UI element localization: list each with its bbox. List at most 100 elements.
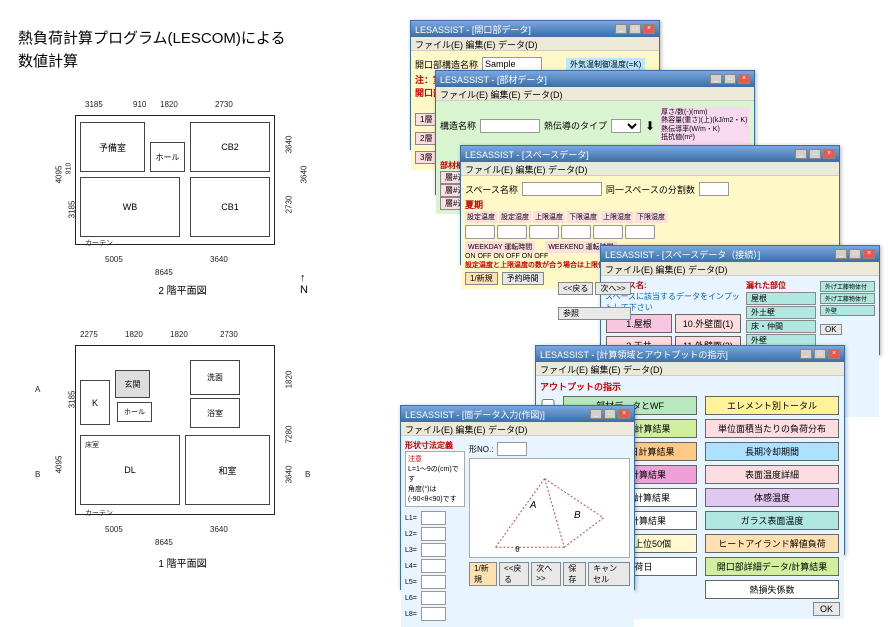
minimize-button[interactable]: _	[835, 249, 847, 259]
close-button[interactable]: ×	[738, 74, 750, 84]
label-same: 同一スペースの分割数	[606, 183, 695, 196]
close-button[interactable]: ×	[828, 349, 840, 359]
titlebar[interactable]: LESASSIST - [スペースデータ（接続）] _□×	[601, 246, 879, 262]
l-label: L5=	[405, 579, 417, 586]
maximize-button[interactable]: □	[629, 24, 641, 34]
l-input[interactable]	[421, 575, 446, 589]
dim: 910	[133, 100, 146, 109]
dim: 8645	[155, 538, 173, 547]
prev-button[interactable]: <<戻る	[499, 562, 529, 586]
minimize-button[interactable]: _	[710, 74, 722, 84]
dim: 3640	[284, 136, 293, 154]
titlebar[interactable]: LESASSIST - [スペースデータ] _□×	[461, 146, 839, 162]
label-type: 熱伝導のタイプ	[544, 119, 607, 132]
menubar[interactable]: ファイル(E) 編集(E) データ(D)	[536, 362, 844, 376]
svg-text:A: A	[529, 500, 537, 511]
maximize-button[interactable]: □	[604, 409, 616, 419]
titlebar[interactable]: LESASSIST - [部材データ] _□×	[436, 71, 754, 87]
g2-btn[interactable]: 外土壁	[746, 306, 816, 319]
g2-btn[interactable]: 屋根	[746, 292, 816, 305]
g3-btn[interactable]: 外げ工籐物体付	[820, 281, 875, 292]
maximize-button[interactable]: □	[814, 349, 826, 359]
menubar[interactable]: ファイル(E) 編集(E) データ(D)	[461, 162, 839, 176]
out-btn[interactable]: 体感温度	[705, 488, 839, 507]
l-label: L3=	[405, 547, 417, 554]
close-button[interactable]: ×	[863, 249, 875, 259]
val-input[interactable]	[593, 225, 623, 239]
dim: 1820	[160, 100, 178, 109]
l-input[interactable]	[421, 607, 446, 621]
g3-btn[interactable]: 外げ工籐物体付	[820, 293, 875, 304]
l-input[interactable]	[421, 559, 446, 573]
out-btn[interactable]: ガラス表面温度	[705, 511, 839, 530]
out-btn[interactable]: エレメント別トータル	[705, 396, 839, 415]
minimize-button[interactable]: _	[800, 349, 812, 359]
note2: 角度(°)は(-90<θ<90)です	[408, 484, 462, 504]
window-shape-input: LESASSIST - [面データ入力(作図)] _□× ファイル(E) 編集(…	[400, 405, 635, 590]
new-button[interactable]: 1/新規	[469, 562, 497, 586]
label-space: スペース名称	[465, 183, 518, 196]
menubar[interactable]: ファイル(E) 編集(E) データ(D)	[411, 37, 659, 51]
l-input[interactable]	[421, 543, 446, 557]
next-button[interactable]: 次へ>>	[595, 282, 630, 295]
out-btn[interactable]: 熱損失係数	[705, 580, 839, 599]
close-button[interactable]: ×	[618, 409, 630, 419]
maximize-button[interactable]: □	[724, 74, 736, 84]
col: 上限温度	[533, 211, 565, 223]
val-input[interactable]	[465, 225, 495, 239]
prev-button[interactable]: <<戻る	[558, 282, 593, 295]
ref-button[interactable]: 参照	[558, 307, 631, 320]
schedule-button[interactable]: 予約時間	[502, 272, 544, 285]
val-input[interactable]	[529, 225, 559, 239]
minimize-button[interactable]: _	[590, 409, 602, 419]
ok-button[interactable]: OK	[813, 602, 840, 616]
val-input[interactable]	[561, 225, 591, 239]
dim: 1820	[284, 371, 293, 389]
l-input[interactable]	[421, 511, 446, 525]
same-input[interactable]	[699, 182, 729, 196]
val-input[interactable]	[497, 225, 527, 239]
next-button[interactable]: 次へ>>	[531, 562, 561, 586]
window-title: LESASSIST - [スペースデータ]	[465, 148, 589, 161]
val-input[interactable]	[625, 225, 655, 239]
maximize-button[interactable]: □	[809, 149, 821, 159]
out-btn[interactable]: 開口部詳細データ/計算結果	[705, 557, 839, 576]
menubar[interactable]: ファイル(E) 編集(E) データ(D)	[601, 262, 879, 276]
save-button[interactable]: 保存	[563, 562, 586, 586]
type-select[interactable]	[611, 119, 641, 133]
minimize-button[interactable]: _	[615, 24, 627, 34]
struct-input[interactable]	[480, 119, 540, 133]
struct-input[interactable]	[482, 57, 542, 71]
item-btn[interactable]: 10.外壁面(1)	[675, 314, 741, 333]
out-btn[interactable]: ヒートアイランド解値負荷	[705, 534, 839, 553]
out-btn[interactable]: 長期冷却期間	[705, 442, 839, 461]
g3-btn[interactable]: 外壁	[820, 305, 875, 316]
cancel-button[interactable]: キャンセル	[588, 562, 630, 586]
title-line2: 数値計算	[18, 53, 78, 70]
menubar[interactable]: ファイル(E) 編集(E) データ(D)	[436, 87, 754, 101]
space-input[interactable]	[522, 182, 602, 196]
l-label: L2=	[405, 531, 417, 538]
form-no-input[interactable]	[497, 442, 527, 456]
titlebar[interactable]: LESASSIST - [計算領域とアウトプットの指示] _□×	[536, 346, 844, 362]
new-button[interactable]: 1/新規	[465, 272, 498, 285]
titlebar[interactable]: LESASSIST - [面データ入力(作図)] _□×	[401, 406, 634, 422]
titlebar[interactable]: LESASSIST - [開口部データ] _ □ ×	[411, 21, 659, 37]
l-input[interactable]	[421, 527, 446, 541]
dim: 1820	[170, 330, 188, 339]
out-btn[interactable]: 単位面積当たりの負荷分布	[705, 419, 839, 438]
l-label: L1=	[405, 515, 417, 522]
close-button[interactable]: ×	[643, 24, 655, 34]
ok-button[interactable]: OK	[820, 324, 842, 335]
maximize-button[interactable]: □	[849, 249, 861, 259]
l-input[interactable]	[421, 591, 446, 605]
floorplan-2f-caption: 2 階平面図	[55, 282, 310, 297]
dim: 1820	[125, 330, 143, 339]
menubar[interactable]: ファイル(E) 編集(E) データ(D)	[401, 422, 634, 436]
out-btn[interactable]: 表面温度詳細	[705, 465, 839, 484]
col: 上限湿度	[601, 211, 633, 223]
close-button[interactable]: ×	[823, 149, 835, 159]
g2-btn[interactable]: 床・仲間	[746, 320, 816, 333]
minimize-button[interactable]: _	[795, 149, 807, 159]
group2-title: 漏れた部位	[746, 280, 816, 291]
